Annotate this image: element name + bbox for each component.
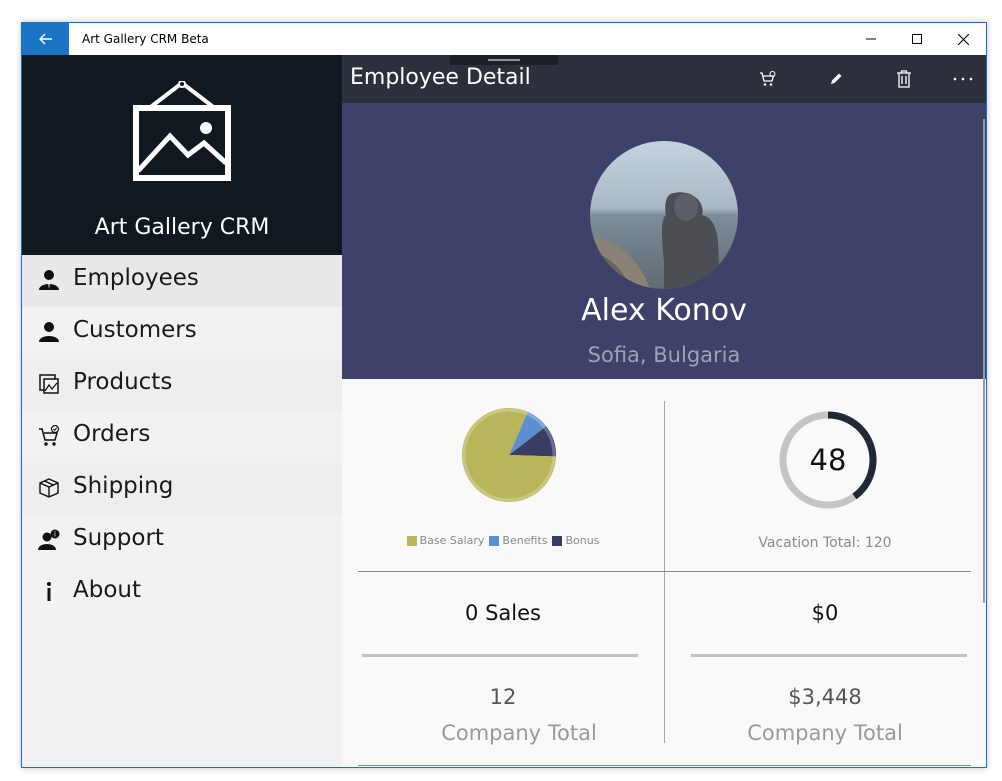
brand-panel: Art Gallery CRM — [22, 55, 342, 255]
amount-progress-bar — [691, 654, 967, 657]
more-button[interactable] — [943, 63, 983, 95]
legend-item-benefits: Benefits — [489, 534, 547, 547]
orders-icon — [38, 425, 60, 447]
sidebar-item-label: Support — [73, 525, 164, 551]
info-icon — [38, 581, 60, 603]
legend-swatch — [406, 535, 417, 546]
amount-company-total-label: Company Total — [747, 721, 903, 745]
sidebar-item-label: About — [73, 577, 142, 603]
stats-divider-bottom — [358, 765, 971, 766]
legend-swatch — [552, 535, 563, 546]
picture-frame-logo-icon — [133, 81, 231, 181]
customers-icon — [38, 321, 60, 343]
vacation-total: Vacation Total: 120 — [758, 535, 892, 551]
sidebar: Art Gallery CRM Employees Customers Prod… — [22, 55, 342, 767]
trash-icon — [897, 70, 911, 88]
command-bar: Employee Detail — [342, 55, 986, 103]
back-arrow-icon — [38, 33, 52, 45]
sidebar-item-about[interactable]: About — [22, 567, 342, 619]
edit-button[interactable] — [816, 63, 856, 95]
legend-label: Benefits — [502, 534, 548, 547]
compensation-pie-chart — [462, 408, 556, 502]
legend-label: Base Salary — [419, 534, 485, 547]
stats-divider-horizontal — [358, 571, 971, 572]
support-icon: i — [38, 529, 60, 551]
legend-label: Bonus — [565, 534, 600, 547]
maximize-icon — [912, 34, 922, 44]
minimize-button[interactable] — [848, 23, 894, 55]
sidebar-item-label: Customers — [73, 317, 197, 343]
sidebar-item-products[interactable]: Products — [22, 359, 342, 411]
brand-name: Art Gallery CRM — [94, 215, 270, 240]
avatar — [590, 141, 738, 289]
maximize-button[interactable] — [894, 23, 940, 55]
sidebar-item-label: Orders — [73, 421, 151, 447]
employees-icon — [38, 269, 60, 291]
main-content: Employee Detail Alex Konov Sofia, Bulgar… — [342, 55, 986, 767]
employee-location: Sofia, Bulgaria — [587, 343, 741, 367]
sidebar-item-label: Shipping — [73, 473, 174, 499]
sales-amount: $0 — [811, 601, 839, 625]
more-ellipsis-icon — [953, 77, 973, 81]
sales-company-total: 12 — [489, 685, 517, 709]
close-button[interactable] — [940, 23, 986, 55]
sidebar-item-customers[interactable]: Customers — [22, 307, 342, 359]
sidebar-item-label: Employees — [73, 265, 199, 291]
legend-item-base-salary: Base Salary — [406, 534, 485, 547]
legend-item-bonus: Bonus — [552, 534, 599, 547]
amount-company-total: $3,448 — [788, 685, 862, 709]
page-title: Employee Detail — [350, 65, 531, 90]
cart-check-icon — [760, 71, 776, 86]
employee-name: Alex Konov — [581, 293, 747, 328]
sidebar-item-employees[interactable]: Employees — [22, 255, 342, 307]
shipping-icon — [38, 477, 60, 499]
vacation-remaining: 48 — [809, 443, 847, 477]
pencil-icon — [831, 73, 842, 84]
sales-count: 0 Sales — [465, 601, 541, 625]
orders-cart-button[interactable] — [748, 63, 788, 95]
products-icon — [38, 373, 60, 395]
sidebar-item-support[interactable]: i Support — [22, 515, 342, 567]
window-title: Art Gallery CRM Beta — [82, 32, 209, 46]
app-window: Art Gallery CRM Beta Art Gallery CRM Emp… — [21, 22, 987, 768]
nav-menu: Employees Customers Products Orders Ship… — [22, 255, 342, 619]
title-bar: Art Gallery CRM Beta — [22, 23, 986, 55]
svg-text:i: i — [54, 531, 56, 539]
delete-button[interactable] — [884, 63, 924, 95]
employee-hero: Alex Konov Sofia, Bulgaria — [342, 103, 986, 379]
sales-company-total-label: Company Total — [441, 721, 597, 745]
stats-grid: Base Salary Benefits Bonus 48 Vacation T… — [342, 379, 986, 767]
sales-progress-bar — [362, 654, 638, 657]
sidebar-item-orders[interactable]: Orders — [22, 411, 342, 463]
pie-legend: Base Salary Benefits Bonus — [342, 534, 664, 547]
minimize-icon — [866, 38, 876, 40]
close-icon — [957, 33, 969, 45]
sidebar-item-label: Products — [73, 369, 173, 395]
drag-handle[interactable] — [450, 55, 558, 65]
legend-swatch — [489, 535, 500, 546]
back-button[interactable] — [22, 23, 69, 55]
sidebar-item-shipping[interactable]: Shipping — [22, 463, 342, 515]
